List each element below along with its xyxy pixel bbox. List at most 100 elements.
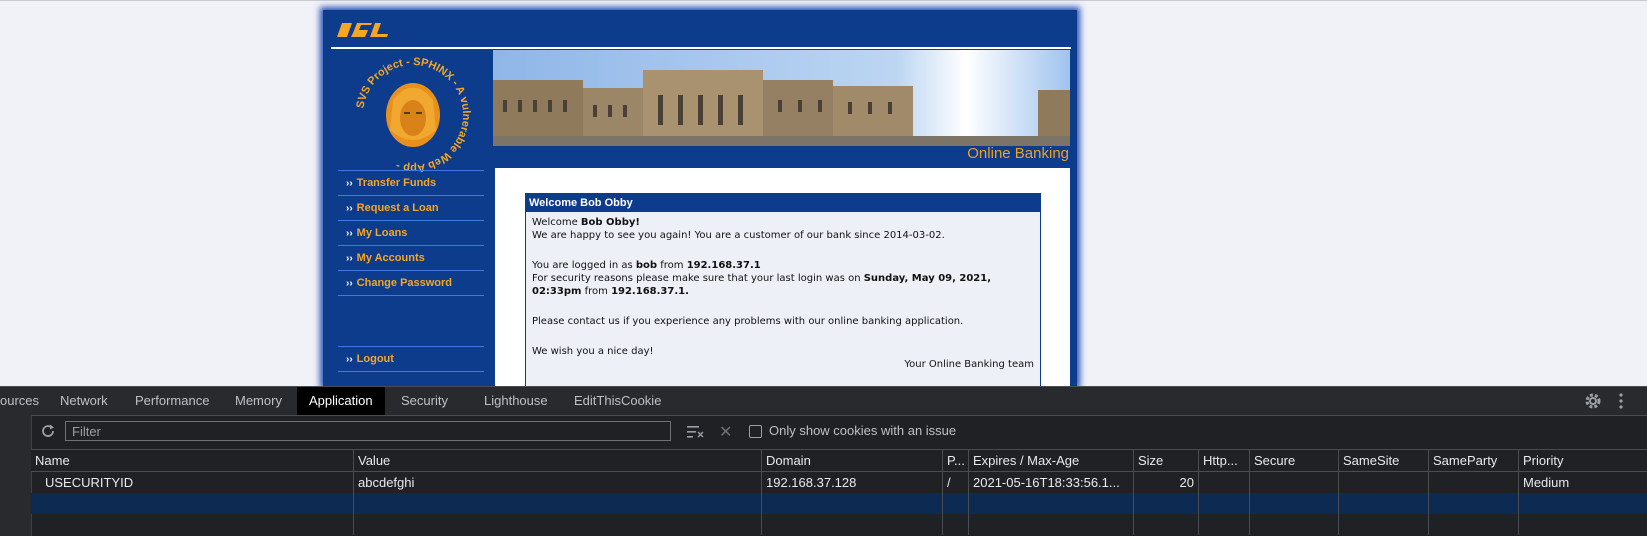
nav-divider xyxy=(338,371,484,372)
empty-cell xyxy=(762,493,943,514)
isl-logo xyxy=(337,23,388,37)
devtools-panel: ources Network Performance Memory Applic… xyxy=(0,386,1647,536)
devtools-tabbar: ources Network Performance Memory Applic… xyxy=(0,386,1647,416)
only-issues-checkbox[interactable] xyxy=(749,425,762,438)
application-sidebar-edge xyxy=(0,415,32,536)
nav-transfer-funds[interactable]: ›› Transfer Funds xyxy=(338,170,484,195)
tab-editthiscookie[interactable]: EditThisCookie xyxy=(562,387,673,415)
col-size[interactable]: Size xyxy=(1134,450,1199,471)
welcome-panel-title: Welcome Bob Obby xyxy=(526,194,1040,212)
empty-cell xyxy=(1250,493,1339,514)
empty-cell xyxy=(354,493,762,514)
nav-logout[interactable]: ›› Logout xyxy=(338,346,484,371)
empty-cell xyxy=(1134,514,1199,535)
login-user: bob xyxy=(635,260,658,271)
col-secure[interactable]: Secure xyxy=(1250,450,1339,471)
nav-label: Transfer Funds xyxy=(356,177,437,189)
nav-request-loan[interactable]: ›› Request a Loan xyxy=(338,195,484,220)
sidebar-nav: ›› Transfer Funds ›› Request a Loan ›› My L… xyxy=(338,170,484,296)
refresh-icon[interactable] xyxy=(40,423,56,439)
nav-arrow-icon: ›› xyxy=(346,202,353,214)
col-path[interactable]: P... xyxy=(943,450,969,471)
nav-arrow-icon: ›› xyxy=(346,252,353,264)
empty-cell xyxy=(31,514,354,535)
empty-cell xyxy=(1250,514,1339,535)
col-httponly[interactable]: Http... xyxy=(1199,450,1250,471)
nav-label: Logout xyxy=(356,353,394,365)
empty-cell xyxy=(31,493,354,514)
more-menu-icon[interactable] xyxy=(1612,392,1630,410)
delete-icon[interactable]: ✕ xyxy=(719,422,732,442)
table-row-empty-selected[interactable] xyxy=(31,493,1647,514)
cookie-name: USECURITYID xyxy=(31,472,354,493)
col-priority[interactable]: Priority xyxy=(1519,450,1647,471)
nav-arrow-icon: ›› xyxy=(346,277,353,289)
greeting-line: Welcome Bob Obby! xyxy=(532,216,1034,229)
nav-my-loans[interactable]: ›› My Loans xyxy=(338,220,484,245)
tab-memory[interactable]: Memory xyxy=(223,387,294,415)
cookie-httponly xyxy=(1199,472,1250,493)
banner-subtitle: Online Banking xyxy=(967,145,1069,162)
col-samesite[interactable]: SameSite xyxy=(1339,450,1429,471)
clear-filtered-cookies-icon[interactable] xyxy=(687,424,705,440)
empty-cell xyxy=(1429,514,1519,535)
top-border xyxy=(0,0,1647,1)
login-mid: from xyxy=(657,260,687,271)
cookie-size: 20 xyxy=(1134,472,1199,493)
filter-input[interactable] xyxy=(65,421,671,441)
tab-sources[interactable]: ources xyxy=(0,387,51,415)
greeting-prefix: Welcome xyxy=(532,217,581,228)
empty-cell xyxy=(1339,493,1429,514)
gear-icon[interactable] xyxy=(1584,392,1602,410)
greeting-name: Bob Obby! xyxy=(580,217,640,228)
security-mid: from xyxy=(581,286,612,297)
cookies-toolbar: ✕ Only show cookies with an issue xyxy=(31,415,1647,450)
col-domain[interactable]: Domain xyxy=(762,450,943,471)
main-content: Welcome Bob Obby Welcome Bob Obby! We ar… xyxy=(495,168,1070,395)
tab-performance[interactable]: Performance xyxy=(123,387,221,415)
empty-cell xyxy=(969,514,1134,535)
nav-change-password[interactable]: ›› Change Password xyxy=(338,270,484,295)
login-line: You are logged in as bob from 192.168.37… xyxy=(532,259,1034,272)
login-ip: 192.168.37.1 xyxy=(686,260,761,271)
sidebar-logout: ›› Logout xyxy=(338,346,484,372)
bank-site: SVS Project - SPHINX - A vulnerable Web … xyxy=(323,10,1077,395)
cookie-secure xyxy=(1250,472,1339,493)
col-value[interactable]: Value xyxy=(354,450,762,471)
empty-cell xyxy=(1199,493,1250,514)
nav-arrow-icon: ›› xyxy=(346,227,353,239)
empty-cell xyxy=(1339,514,1429,535)
cookie-value: abcdefghi xyxy=(354,472,762,493)
nav-arrow-icon: ›› xyxy=(346,353,353,365)
empty-cell xyxy=(943,514,969,535)
cookie-expires: 2021-05-16T18:33:56.1... xyxy=(969,472,1134,493)
sphinx-emblem: SVS Project - SPHINX - A vulnerable Web … xyxy=(354,56,472,174)
welcome-panel: Welcome Bob Obby Welcome Bob Obby! We ar… xyxy=(525,193,1041,395)
login-prefix: You are logged in as xyxy=(532,260,636,271)
nav-my-accounts[interactable]: ›› My Accounts xyxy=(338,245,484,270)
nav-label: My Loans xyxy=(356,227,408,239)
tab-application[interactable]: Application xyxy=(297,387,385,415)
signature-line: Your Online Banking team xyxy=(904,359,1034,370)
nav-label: Request a Loan xyxy=(356,202,439,214)
empty-cell xyxy=(943,493,969,514)
nav-divider xyxy=(338,295,484,296)
cookies-table: Name Value Domain P... Expires / Max-Age… xyxy=(31,450,1647,535)
tab-lighthouse[interactable]: Lighthouse xyxy=(472,387,560,415)
table-row[interactable]: USECURITYID abcdefghi 192.168.37.128 / 2… xyxy=(31,472,1647,493)
cookie-samesite xyxy=(1339,472,1429,493)
security-ip: 192.168.37.1. xyxy=(611,286,689,297)
palace-banner-image xyxy=(493,50,1070,146)
col-name[interactable]: Name xyxy=(31,450,354,471)
table-row-filler xyxy=(31,514,1647,535)
col-sameparty[interactable]: SameParty xyxy=(1429,450,1519,471)
empty-cell xyxy=(1134,493,1199,514)
cookie-priority: Medium xyxy=(1523,475,1570,490)
tab-security[interactable]: Security xyxy=(389,387,460,415)
tab-network[interactable]: Network xyxy=(48,387,120,415)
nav-arrow-icon: ›› xyxy=(346,177,353,189)
empty-cell xyxy=(969,493,1134,514)
only-issues-label: Only show cookies with an issue xyxy=(769,423,957,438)
customer-since-line: We are happy to see you again! You are a… xyxy=(532,230,945,241)
col-expires[interactable]: Expires / Max-Age xyxy=(969,450,1134,471)
